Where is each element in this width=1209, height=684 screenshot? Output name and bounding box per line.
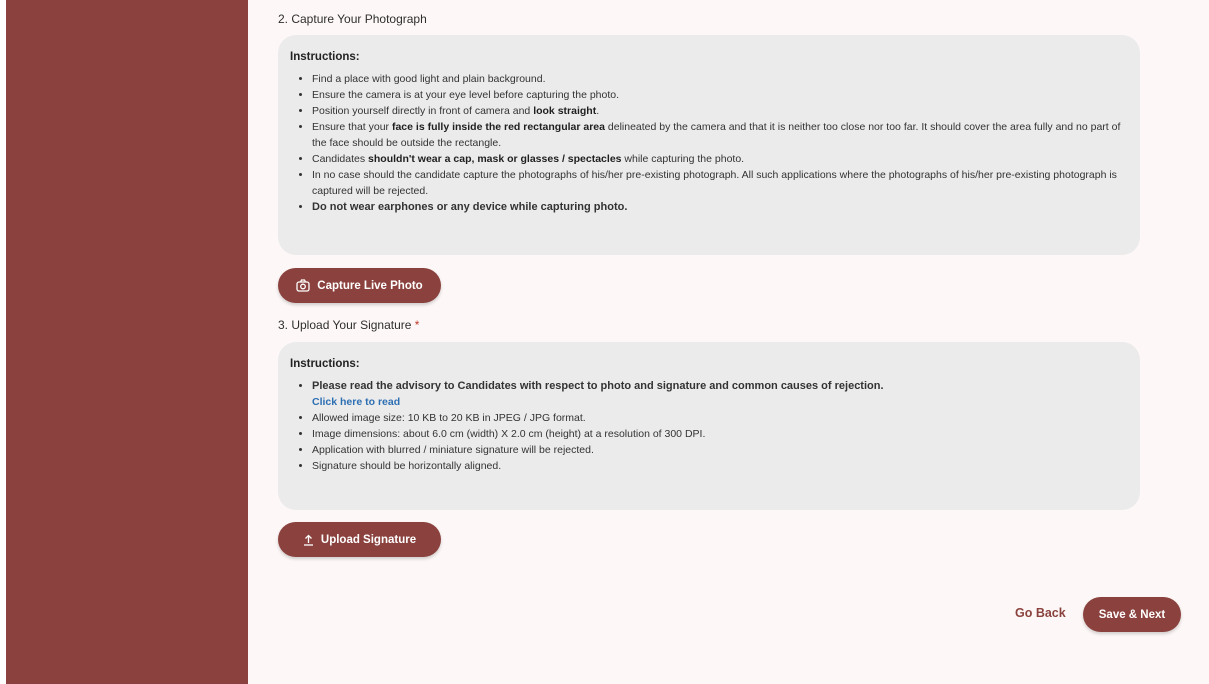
signature-advisory-item: Please read the advisory to Candidates w… [312, 378, 1128, 410]
required-marker: * [414, 318, 420, 332]
save-next-button[interactable]: Save & Next [1083, 597, 1181, 632]
signature-instructions-heading: Instructions: [290, 358, 360, 370]
advisory-link[interactable]: Click here to read [312, 394, 1128, 410]
go-back-link[interactable]: Go Back [1015, 606, 1066, 620]
photo-instructions-heading: Instructions: [290, 51, 360, 63]
signature-instructions-panel: Instructions: Please read the advisory t… [278, 342, 1140, 510]
signature-instruction-item: Allowed image size: 10 KB to 20 KB in JP… [312, 410, 1128, 426]
photo-instructions-panel: Instructions: Find a place with good lig… [278, 35, 1140, 255]
photo-instruction-item: Do not wear earphones or any device whil… [312, 199, 1128, 215]
sidebar [6, 0, 248, 684]
upload-signature-button[interactable]: Upload Signature [278, 522, 441, 557]
signature-section-title: 3. Upload Your Signature * [278, 318, 420, 332]
signature-instruction-item: Image dimensions: about 6.0 cm (width) X… [312, 426, 1128, 442]
photo-instruction-item: Position yourself directly in front of c… [312, 103, 1128, 119]
photo-instruction-item: Ensure that your face is fully inside th… [312, 119, 1128, 151]
upload-icon [303, 534, 314, 546]
signature-instruction-item: Application with blurred / miniature sig… [312, 442, 1128, 458]
photo-section-title: 2. Capture Your Photograph [278, 12, 427, 26]
photo-instruction-item: Ensure the camera is at your eye level b… [312, 87, 1128, 103]
upload-signature-label: Upload Signature [320, 533, 417, 546]
photo-instruction-item: Find a place with good light and plain b… [312, 71, 1128, 87]
photo-instructions-list: Find a place with good light and plain b… [290, 71, 1128, 215]
photo-instruction-item: In no case should the candidate capture … [312, 167, 1128, 199]
camera-icon [296, 279, 310, 292]
signature-instructions-list: Please read the advisory to Candidates w… [290, 378, 1128, 474]
signature-instruction-item: Signature should be horizontally aligned… [312, 458, 1128, 474]
main-content: 2. Capture Your Photograph Instructions:… [248, 0, 1209, 684]
photo-instruction-item: Candidates shouldn't wear a cap, mask or… [312, 151, 1128, 167]
capture-live-photo-button[interactable]: Capture Live Photo [278, 268, 441, 303]
capture-live-photo-label: Capture Live Photo [317, 279, 423, 292]
